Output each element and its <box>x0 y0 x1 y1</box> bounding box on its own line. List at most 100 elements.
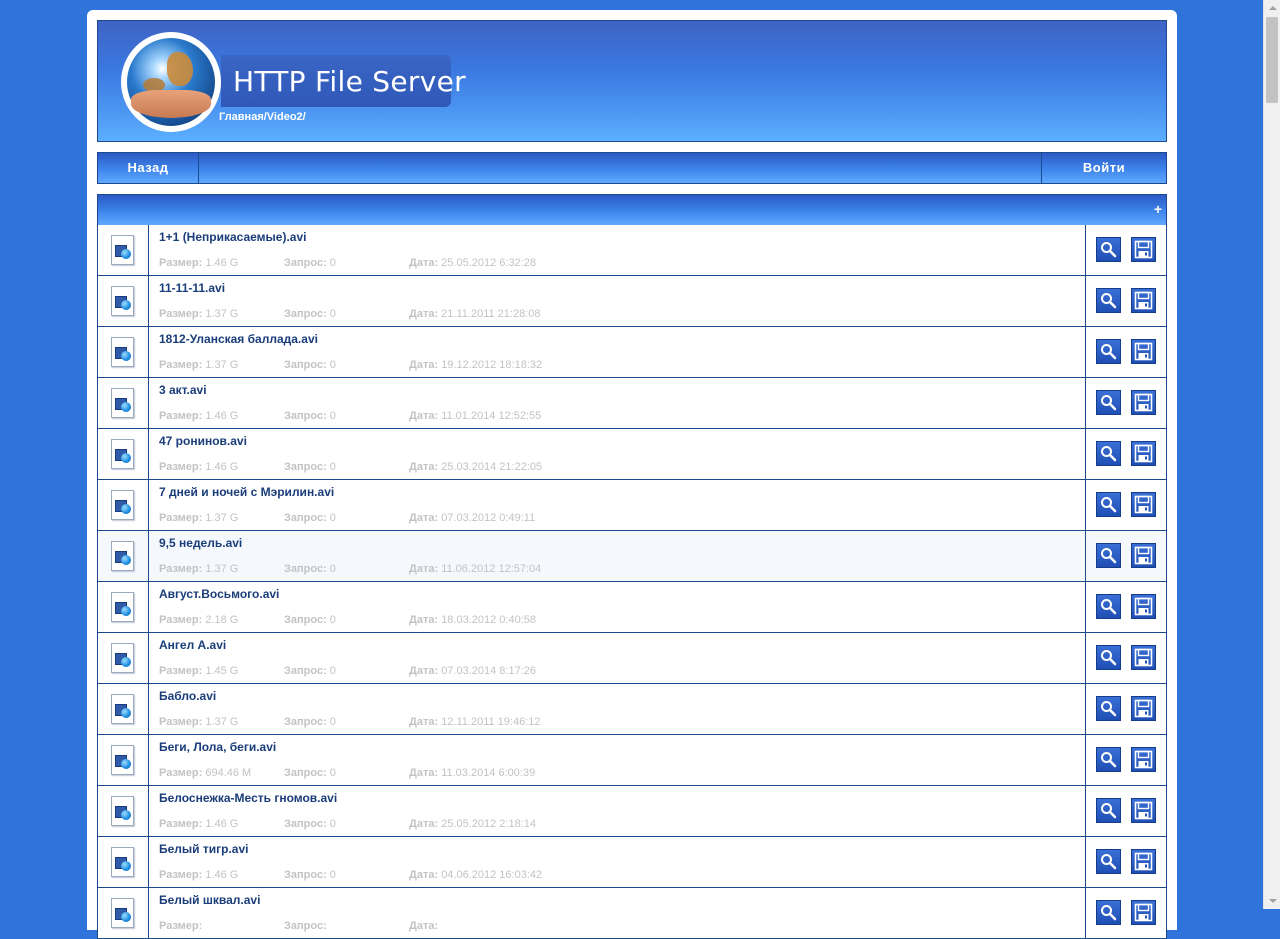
file-name-link[interactable]: Август.Восьмого.avi <box>159 587 279 601</box>
file-name-link[interactable]: 1+1 (Неприкасаемые).avi <box>159 230 306 244</box>
back-button[interactable]: Назад <box>98 153 199 183</box>
file-date: Дата: 11.03.2014 6:00:39 <box>409 767 535 779</box>
preview-button[interactable] <box>1096 339 1121 364</box>
file-name-link[interactable]: 11-11-11.avi <box>159 281 225 295</box>
download-button[interactable] <box>1131 441 1156 466</box>
download-button[interactable] <box>1131 288 1156 313</box>
requests-label: Запрос: <box>284 767 327 779</box>
preview-button[interactable] <box>1096 288 1121 313</box>
video-file-icon[interactable] <box>111 592 134 622</box>
date-value: 25.03.2014 21:22:05 <box>441 461 543 473</box>
download-button[interactable] <box>1131 645 1156 670</box>
actions-cell <box>1085 582 1166 632</box>
expand-plus-icon[interactable]: + <box>1154 201 1162 217</box>
size-label: Размер: <box>159 920 203 932</box>
preview-button[interactable] <box>1096 543 1121 568</box>
video-file-icon[interactable] <box>111 898 134 928</box>
preview-button[interactable] <box>1096 849 1121 874</box>
video-file-icon[interactable] <box>111 439 134 469</box>
requests-value: 0 <box>329 614 336 626</box>
video-file-icon[interactable] <box>111 337 134 367</box>
download-button[interactable] <box>1131 849 1156 874</box>
date-label: Дата: <box>409 614 439 626</box>
preview-button[interactable] <box>1096 900 1121 925</box>
file-name-link[interactable]: Бабло.avi <box>159 689 216 703</box>
preview-button[interactable] <box>1096 645 1121 670</box>
magnifier-icon <box>1101 854 1117 870</box>
size-label: Размер: <box>159 308 203 320</box>
file-requests: Запрос: 0 <box>284 563 336 575</box>
scrollbar-thumb[interactable] <box>1266 17 1278 103</box>
file-row: Беги, Лола, беги.avi Размер: 694.46 M Запр… <box>98 735 1166 786</box>
file-row: 11-11-11.avi Размер: 1.37 G Запрос: 0 Дата:… <box>98 276 1166 327</box>
file-name-link[interactable]: 47 ронинов.avi <box>159 434 247 448</box>
video-file-icon[interactable] <box>111 388 134 418</box>
preview-button[interactable] <box>1096 798 1121 823</box>
file-name-link[interactable]: 9,5 недель.avi <box>159 536 242 550</box>
date-value: 07.03.2014 8:17:26 <box>441 665 536 677</box>
download-button[interactable] <box>1131 237 1156 262</box>
video-file-icon[interactable] <box>111 490 134 520</box>
vertical-scrollbar[interactable] <box>1263 0 1280 909</box>
actions-cell <box>1085 786 1166 836</box>
file-name-link[interactable]: 1812-Уланская баллада.avi <box>159 332 318 346</box>
date-label: Дата: <box>409 512 439 524</box>
file-size: Размер: 1.37 G <box>159 308 238 320</box>
download-button[interactable] <box>1131 492 1156 517</box>
video-file-icon[interactable] <box>111 796 134 826</box>
file-name-link[interactable]: Ангел А.avi <box>159 638 226 652</box>
video-file-icon[interactable] <box>111 286 134 316</box>
globe-in-hands-logo <box>121 32 221 132</box>
file-requests: Запрос: 0 <box>284 869 336 881</box>
video-file-icon[interactable] <box>111 235 134 265</box>
video-file-icon[interactable] <box>111 847 134 877</box>
download-button[interactable] <box>1131 339 1156 364</box>
video-file-icon[interactable] <box>111 643 134 673</box>
video-file-icon[interactable] <box>111 745 134 775</box>
download-button[interactable] <box>1131 543 1156 568</box>
requests-label: Запрос: <box>284 614 327 626</box>
video-file-icon[interactable] <box>111 541 134 571</box>
preview-button[interactable] <box>1096 441 1121 466</box>
file-row: 7 дней и ночей с Мэрилин.avi Размер: 1.37… <box>98 480 1166 531</box>
scroll-down-arrow-icon[interactable] <box>1264 892 1280 909</box>
file-name-link[interactable]: Белый тигр.avi <box>159 842 248 856</box>
login-button[interactable]: Войти <box>1041 153 1166 183</box>
magnifier-icon <box>1101 242 1117 258</box>
actions-cell <box>1085 837 1166 887</box>
download-button[interactable] <box>1131 798 1156 823</box>
file-requests: Запрос: 0 <box>284 410 336 422</box>
requests-value: 0 <box>329 410 336 422</box>
size-value: 1.46 G <box>205 410 239 422</box>
title-box: HTTP File Server <box>221 55 466 107</box>
file-size: Размер: 1.46 G <box>159 869 238 881</box>
file-size: Размер: 1.37 G <box>159 563 238 575</box>
floppy-disk-icon <box>1134 648 1153 667</box>
file-date: Дата: 07.03.2014 8:17:26 <box>409 665 536 677</box>
file-requests: Запрос: 0 <box>284 818 336 830</box>
file-name-link[interactable]: 3 акт.avi <box>159 383 207 397</box>
file-name-link[interactable]: 7 дней и ночей с Мэрилин.avi <box>159 485 334 499</box>
file-name-link[interactable]: Белоснежка-Месть гномов.avi <box>159 791 337 805</box>
file-size: Размер: 2.18 G <box>159 614 238 626</box>
download-button[interactable] <box>1131 390 1156 415</box>
size-value: 1.37 G <box>205 512 239 524</box>
preview-button[interactable] <box>1096 696 1121 721</box>
download-button[interactable] <box>1131 900 1156 925</box>
floppy-disk-icon <box>1134 240 1153 259</box>
file-icon-cell <box>98 633 149 683</box>
scroll-up-arrow-icon[interactable] <box>1264 0 1280 17</box>
download-button[interactable] <box>1131 696 1156 721</box>
preview-button[interactable] <box>1096 390 1121 415</box>
breadcrumb[interactable]: Главная/Video2/ <box>219 111 306 123</box>
preview-button[interactable] <box>1096 492 1121 517</box>
file-name-link[interactable]: Беги, Лола, беги.avi <box>159 740 276 754</box>
download-button[interactable] <box>1131 747 1156 772</box>
preview-button[interactable] <box>1096 747 1121 772</box>
file-name-link[interactable]: Белый шквал.avi <box>159 893 260 907</box>
download-button[interactable] <box>1131 594 1156 619</box>
video-file-icon[interactable] <box>111 694 134 724</box>
preview-button[interactable] <box>1096 237 1121 262</box>
preview-button[interactable] <box>1096 594 1121 619</box>
requests-value: 0 <box>329 818 336 830</box>
